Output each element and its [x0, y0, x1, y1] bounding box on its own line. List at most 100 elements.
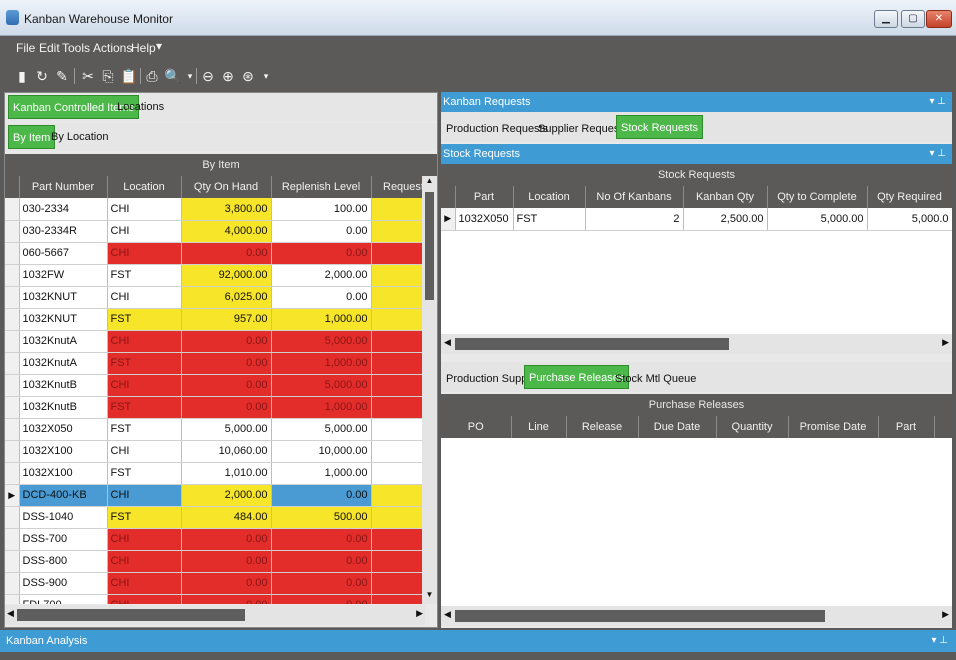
- cell-location[interactable]: CHI: [107, 220, 181, 242]
- scroll-left-icon[interactable]: ◀: [444, 609, 451, 620]
- row-selector[interactable]: [5, 528, 19, 550]
- cell-replenish-level[interactable]: 1,000.00: [271, 352, 371, 374]
- scroll-right-icon[interactable]: ▶: [942, 609, 949, 620]
- table-row[interactable]: 1032X100CHI10,060.0010,000.00: [5, 440, 422, 462]
- cell-replenish-level[interactable]: 0.00: [271, 286, 371, 308]
- cell-replenish-level[interactable]: 0.00: [271, 594, 371, 604]
- cell-replenish-level[interactable]: 0.00: [271, 484, 371, 506]
- cell-request[interactable]: [371, 594, 422, 604]
- menu-actions[interactable]: Actions: [93, 41, 132, 55]
- cell-replenish-level[interactable]: 0.00: [271, 528, 371, 550]
- cell-qty-on-hand[interactable]: 1,010.00: [181, 462, 271, 484]
- cell-location[interactable]: CHI: [107, 330, 181, 352]
- cell-location[interactable]: CHI: [107, 198, 181, 220]
- row-selector[interactable]: [5, 462, 19, 484]
- clear-icon[interactable]: ✎: [54, 67, 70, 85]
- cell-replenish-level[interactable]: 5,000.00: [271, 374, 371, 396]
- cell-request[interactable]: [371, 396, 422, 418]
- print-preview-icon[interactable]: 🔍: [164, 67, 180, 85]
- cell-qty-on-hand[interactable]: 0.00: [181, 572, 271, 594]
- scroll-thumb[interactable]: [455, 338, 729, 350]
- cell-part-number[interactable]: 1032KnutB: [19, 396, 107, 418]
- menu-edit[interactable]: Edit: [39, 41, 60, 55]
- cell-replenish-level[interactable]: 2,000.00: [271, 264, 371, 286]
- cell-replenish-level[interactable]: 0.00: [271, 220, 371, 242]
- cell-qty-on-hand[interactable]: 0.00: [181, 242, 271, 264]
- cell-location[interactable]: CHI: [107, 440, 181, 462]
- cell-request[interactable]: [371, 462, 422, 484]
- col-header-due-date[interactable]: Due Date: [638, 416, 716, 438]
- cell-location[interactable]: FST: [107, 264, 181, 286]
- cell-qty-on-hand[interactable]: 2,000.00: [181, 484, 271, 506]
- table-row[interactable]: ▶DCD-400-KBCHI2,000.000.00: [5, 484, 422, 506]
- cell-replenish-level[interactable]: 1,000.00: [271, 396, 371, 418]
- cell-location[interactable]: CHI: [107, 286, 181, 308]
- cell-request[interactable]: [371, 374, 422, 396]
- row-selector[interactable]: [5, 352, 19, 374]
- cell-qty-on-hand[interactable]: 4,000.00: [181, 220, 271, 242]
- cell-part-number[interactable]: 1032KNUT: [19, 286, 107, 308]
- scroll-thumb[interactable]: [17, 609, 245, 621]
- col-header-kanban-qty[interactable]: Kanban Qty: [683, 186, 767, 208]
- col-header-request[interactable]: Request: [371, 176, 422, 198]
- cell-qty-on-hand[interactable]: 0.00: [181, 594, 271, 604]
- back-icon[interactable]: ⊖: [200, 67, 216, 85]
- cell-qty-required[interactable]: 5,000.0: [867, 208, 952, 230]
- row-selector[interactable]: [5, 286, 19, 308]
- table-row[interactable]: 030-2334CHI3,800.00100.00: [5, 198, 422, 220]
- row-selector-icon[interactable]: ▶: [441, 208, 455, 230]
- table-row[interactable]: 1032FWFST92,000.002,000.00: [5, 264, 422, 286]
- table-row[interactable]: 1032KNUTCHI6,025.000.00: [5, 286, 422, 308]
- cell-part-number[interactable]: DCD-400-KB: [19, 484, 107, 506]
- scroll-right-icon[interactable]: ▶: [942, 337, 949, 348]
- table-row[interactable]: 1032KNUTFST957.001,000.00: [5, 308, 422, 330]
- col-header-part[interactable]: Part: [878, 416, 934, 438]
- table-row[interactable]: 1032KnutACHI0.005,000.00: [5, 330, 422, 352]
- cell-request[interactable]: [371, 308, 422, 330]
- row-selector[interactable]: [5, 550, 19, 572]
- cell-qty-on-hand[interactable]: 0.00: [181, 352, 271, 374]
- cell-part-number[interactable]: 1032X100: [19, 440, 107, 462]
- col-header-qty-on-hand[interactable]: Qty On Hand: [181, 176, 271, 198]
- items-horizontal-scrollbar[interactable]: ◀ ▶: [5, 605, 425, 625]
- cell-part-number[interactable]: DSS-700: [19, 528, 107, 550]
- cell-replenish-level[interactable]: 500.00: [271, 506, 371, 528]
- cell-replenish-level[interactable]: 0.00: [271, 572, 371, 594]
- cell-request[interactable]: [371, 550, 422, 572]
- cell-part-number[interactable]: 1032FW: [19, 264, 107, 286]
- paste-icon[interactable]: 📋: [120, 67, 136, 85]
- row-selector[interactable]: [5, 594, 19, 604]
- pin-icon[interactable]: ▾ ⊥: [931, 630, 948, 652]
- cell-part-number[interactable]: 1032KNUT: [19, 308, 107, 330]
- cell-replenish-level[interactable]: 5,000.00: [271, 418, 371, 440]
- row-selector[interactable]: [5, 308, 19, 330]
- row-selector[interactable]: [5, 396, 19, 418]
- cell-request[interactable]: [371, 330, 422, 352]
- table-row[interactable]: DSS-800CHI0.000.00: [5, 550, 422, 572]
- table-row[interactable]: DSS-1040FST484.00500.00: [5, 506, 422, 528]
- col-header-line[interactable]: Line: [511, 416, 566, 438]
- cell-qty-on-hand[interactable]: 6,025.00: [181, 286, 271, 308]
- scroll-left-icon[interactable]: ◀: [7, 608, 14, 619]
- cell-part-number[interactable]: 030-2334R: [19, 220, 107, 242]
- cell-request[interactable]: [371, 572, 422, 594]
- minimize-button[interactable]: ▁: [874, 10, 898, 28]
- row-selector[interactable]: [5, 264, 19, 286]
- row-selector[interactable]: [5, 440, 19, 462]
- menu-tools[interactable]: Tools: [62, 41, 90, 55]
- releases-horizontal-scrollbar[interactable]: ◀ ▶: [441, 606, 952, 626]
- cell-replenish-level[interactable]: 1,000.00: [271, 308, 371, 330]
- cell-request[interactable]: [371, 528, 422, 550]
- table-row[interactable]: 1032KnutBFST0.001,000.00: [5, 396, 422, 418]
- table-row[interactable]: 1032KnutAFST0.001,000.00: [5, 352, 422, 374]
- tab-stock-requests[interactable]: Stock Requests: [616, 115, 703, 139]
- col-header-part-number[interactable]: Part Number: [19, 176, 107, 198]
- table-row[interactable]: 1032X050FST5,000.005,000.00: [5, 418, 422, 440]
- cell-part-number[interactable]: 030-2334: [19, 198, 107, 220]
- cell-qty-to-complete[interactable]: 5,000.00: [767, 208, 867, 230]
- cell-request[interactable]: [371, 264, 422, 286]
- cell-location[interactable]: CHI: [107, 594, 181, 604]
- cell-request[interactable]: [371, 352, 422, 374]
- col-header-release[interactable]: Release: [566, 416, 638, 438]
- new-icon[interactable]: ▮: [14, 67, 30, 85]
